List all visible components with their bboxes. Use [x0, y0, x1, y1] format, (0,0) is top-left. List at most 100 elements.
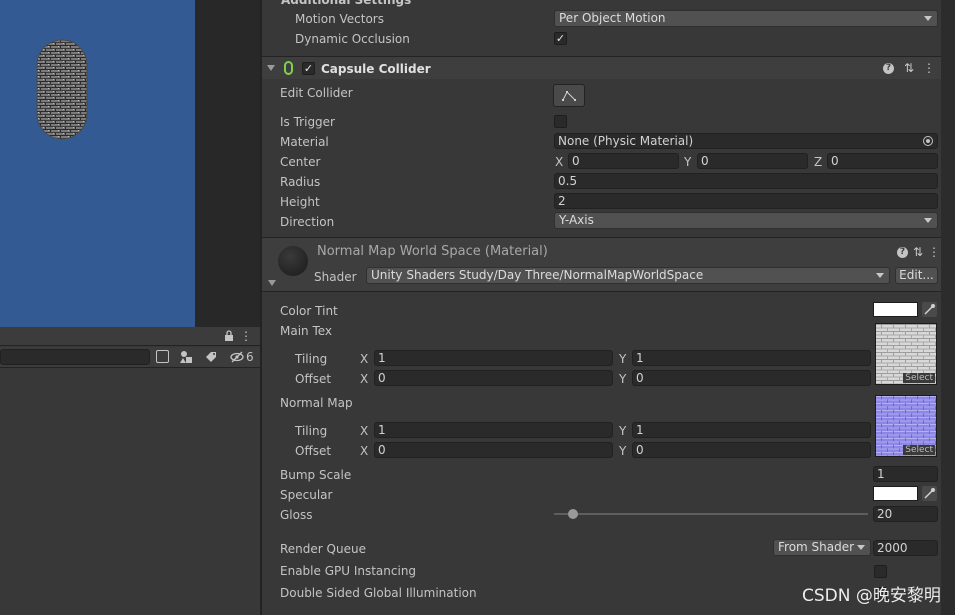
help-icon[interactable]: ? — [883, 63, 894, 74]
material-value: None (Physic Material) — [558, 134, 694, 148]
normal-offset-x-label: X — [360, 444, 369, 458]
center-z-axis-label: Z — [814, 155, 823, 169]
lock-icon[interactable] — [223, 330, 235, 342]
height-field[interactable]: 2 — [554, 193, 938, 209]
is-trigger-checkbox[interactable] — [554, 115, 567, 128]
project-search-input[interactable] — [0, 349, 150, 365]
eyedropper-icon[interactable] — [922, 302, 937, 317]
main-tiling-x-field[interactable]: 1 — [374, 350, 613, 366]
component-menu-icon[interactable]: ⋮ — [928, 245, 940, 259]
center-x-axis-label: X — [555, 155, 564, 169]
additional-settings-header[interactable]: Additional Settings — [281, 0, 411, 8]
center-z-field[interactable]: 0 — [827, 153, 938, 169]
main-tex-select-button[interactable]: Select — [903, 373, 935, 383]
normal-offset-y-field[interactable]: 0 — [632, 442, 871, 458]
center-label: Center — [280, 155, 321, 169]
edit-collider-button[interactable] — [553, 84, 585, 107]
center-x-field[interactable]: 0 — [568, 153, 679, 169]
capsule-collider-icon — [284, 61, 293, 75]
material-name: Normal Map World Space (Material) — [317, 244, 548, 259]
motion-vectors-value: Per Object Motion — [559, 11, 666, 25]
eyedropper-icon[interactable] — [922, 486, 937, 501]
normal-map-thumbnail[interactable]: Select — [875, 395, 937, 457]
motion-vectors-dropdown[interactable]: Per Object Motion — [554, 10, 938, 27]
label-tag-icon[interactable] — [204, 350, 218, 364]
color-tint-swatch[interactable] — [873, 302, 918, 317]
scene-side-panel — [195, 0, 260, 327]
normal-tiling-label: Tiling — [295, 424, 328, 438]
chevron-down-icon — [924, 16, 932, 21]
capsule-title[interactable]: Capsule Collider — [321, 61, 431, 77]
shader-dropdown[interactable]: Unity Shaders Study/Day Three/NormalMapW… — [366, 267, 890, 284]
main-tiling-label: Tiling — [295, 352, 328, 366]
material-label: Material — [280, 135, 329, 149]
main-tiling-y-field[interactable]: 1 — [632, 350, 871, 366]
normal-tiling-y-field[interactable]: 1 — [632, 422, 871, 438]
watermark: CSDN @晚安黎明 — [802, 586, 941, 606]
shader-edit-button[interactable]: Edit... — [895, 267, 938, 284]
double-sided-gi-label: Double Sided Global Illumination — [280, 586, 477, 600]
direction-dropdown[interactable]: Y-Axis — [554, 212, 938, 229]
main-tex-label: Main Tex — [280, 324, 333, 338]
radius-label: Radius — [280, 175, 321, 189]
edit-collider-label: Edit Collider — [280, 86, 353, 100]
scene-view[interactable] — [0, 0, 195, 327]
chevron-down-icon — [924, 218, 932, 223]
inspector-divider — [260, 0, 262, 615]
is-trigger-label: Is Trigger — [280, 115, 335, 129]
main-offset-label: Offset — [295, 372, 332, 386]
capsule-enabled-checkbox[interactable]: ✓ — [302, 62, 315, 75]
height-label: Height — [280, 195, 320, 209]
normal-map-label: Normal Map — [280, 396, 353, 410]
motion-vectors-label: Motion Vectors — [295, 12, 384, 26]
center-y-axis-label: Y — [684, 155, 692, 169]
main-offset-x-label: X — [360, 372, 369, 386]
filter-type-icon[interactable] — [179, 350, 193, 364]
shader-value: Unity Shaders Study/Day Three/NormalMapW… — [371, 268, 704, 282]
normal-map-select-button[interactable]: Select — [903, 445, 935, 455]
project-panel — [0, 327, 260, 615]
preset-icon[interactable]: ⇅ — [902, 61, 916, 75]
direction-label: Direction — [280, 215, 335, 229]
gloss-field[interactable]: 20 — [873, 506, 938, 522]
chevron-down-icon — [876, 273, 884, 278]
normal-tiling-x-field[interactable]: 1 — [374, 422, 613, 438]
bump-scale-field[interactable]: 1 — [873, 466, 938, 482]
foldout-arrow-icon[interactable] — [267, 65, 275, 71]
panel-menu-icon[interactable]: ⋮ — [240, 329, 252, 343]
gloss-slider-track[interactable] — [554, 513, 868, 515]
material-object-field[interactable]: None (Physic Material) — [554, 133, 938, 149]
radius-field[interactable]: 0.5 — [554, 173, 938, 189]
bump-scale-label: Bump Scale — [280, 468, 352, 482]
normal-offset-y-label: Y — [619, 444, 627, 458]
gpu-instancing-checkbox[interactable] — [874, 565, 887, 578]
render-queue-mode: From Shader — [778, 540, 855, 554]
dynamic-occlusion-checkbox[interactable]: ✓ — [554, 32, 567, 45]
material-preview-sphere — [278, 246, 308, 276]
render-queue-field[interactable]: 2000 — [873, 540, 938, 556]
center-y-field[interactable]: 0 — [697, 153, 808, 169]
main-offset-y-label: Y — [619, 372, 627, 386]
specular-swatch[interactable] — [873, 486, 918, 501]
help-icon[interactable]: ? — [897, 247, 908, 258]
edit-collider-icon — [562, 91, 576, 101]
main-offset-y-field[interactable]: 0 — [632, 370, 871, 386]
component-menu-icon[interactable]: ⋮ — [923, 61, 935, 75]
main-tex-thumbnail[interactable]: Select — [875, 323, 937, 385]
main-offset-x-field[interactable]: 0 — [374, 370, 613, 386]
object-picker-icon[interactable] — [923, 136, 933, 146]
hidden-eye-icon[interactable] — [230, 350, 245, 364]
foldout-arrow-icon[interactable] — [268, 280, 276, 286]
normal-offset-x-field[interactable]: 0 — [374, 442, 613, 458]
inspector-scrollbar[interactable] — [941, 0, 955, 615]
render-queue-label: Render Queue — [280, 542, 366, 556]
normal-tiling-y-label: Y — [619, 424, 627, 438]
preset-icon[interactable]: ⇅ — [911, 245, 925, 259]
gpu-instancing-label: Enable GPU Instancing — [280, 564, 417, 578]
specular-label: Specular — [280, 488, 333, 502]
search-by-type-icon[interactable] — [156, 350, 169, 363]
main-tiling-x-label: X — [360, 352, 369, 366]
chevron-down-icon — [857, 545, 865, 550]
render-queue-dropdown[interactable]: From Shader — [773, 539, 871, 556]
gloss-slider-thumb[interactable] — [567, 509, 578, 519]
